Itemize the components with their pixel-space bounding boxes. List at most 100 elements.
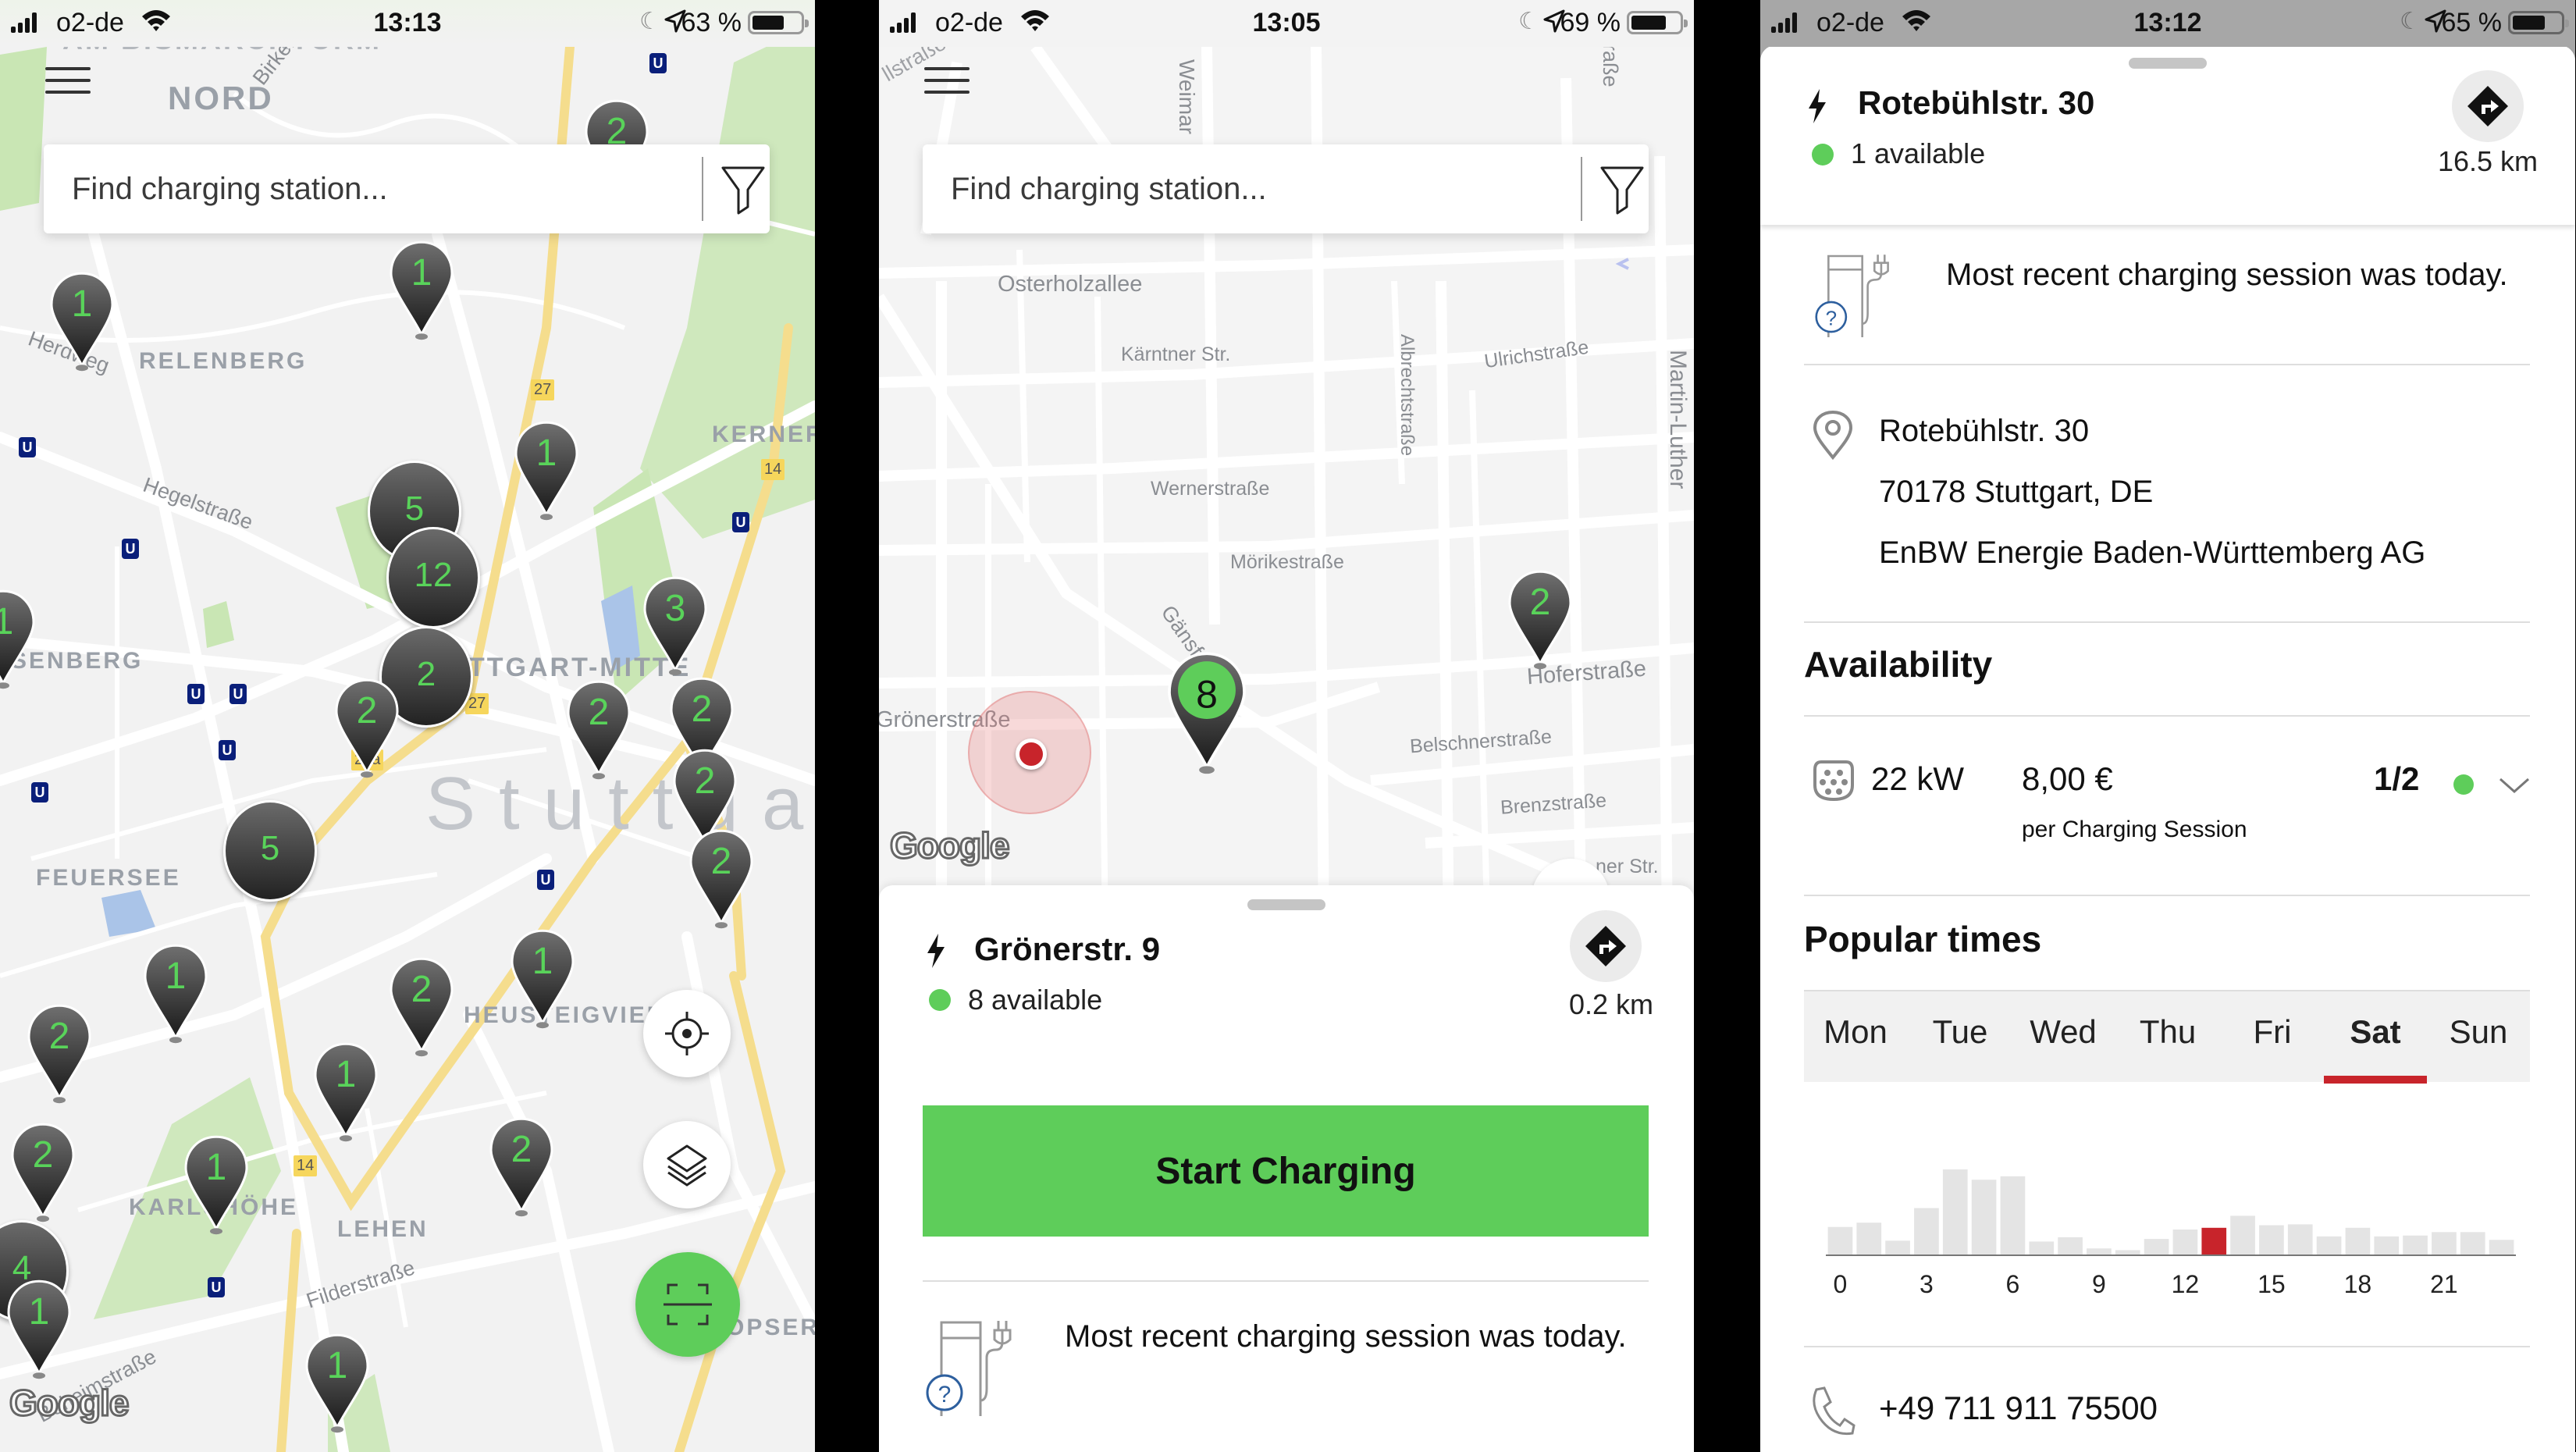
start-charging-button[interactable]: Start Charging	[923, 1105, 1649, 1237]
charging-station-marker[interactable]: 2	[565, 678, 632, 780]
marker-count: 1	[411, 252, 432, 294]
divider	[1804, 715, 2530, 717]
divider	[1804, 364, 2530, 365]
bolt-icon	[1809, 89, 1826, 123]
sheet-grabber[interactable]	[1247, 899, 1325, 910]
directions-button[interactable]	[2452, 70, 2524, 142]
station-name: Grönerstr. 9	[974, 931, 1161, 967]
chart-tick-label: 15	[2258, 1270, 2286, 1298]
tab-thu[interactable]: Thu	[2116, 991, 2219, 1084]
directions-button[interactable]	[1570, 910, 1642, 982]
battery-percentage: 65 %	[2441, 8, 2503, 37]
charging-station-marker[interactable]: 1	[183, 1133, 250, 1235]
sheet-grabber[interactable]	[2129, 58, 2207, 69]
tab-wed[interactable]: Wed	[2012, 991, 2115, 1084]
filter-icon[interactable]	[1599, 165, 1646, 216]
chart-bar	[2000, 1176, 2026, 1255]
map-label-district: RELENBERG	[139, 348, 308, 374]
charging-station-marker[interactable]: 1	[304, 1332, 371, 1433]
connector-status-dot	[2453, 774, 2474, 795]
map-label-district: OPSER	[726, 1315, 815, 1340]
marker-count: 2	[1529, 582, 1551, 624]
chart-bar	[2345, 1227, 2371, 1255]
map-label-street: Martin-Luther	[1665, 350, 1691, 489]
chart-tick-label: 6	[2006, 1270, 2020, 1298]
charging-station-marker[interactable]: 2	[333, 677, 400, 778]
marker-count: 2	[32, 1134, 54, 1176]
chart-bar	[2460, 1232, 2485, 1255]
my-location-button[interactable]	[643, 990, 731, 1077]
map-label-district: NORD	[168, 80, 274, 116]
marker-count: 1	[326, 1345, 348, 1387]
charging-station-marker[interactable]: 1	[48, 270, 116, 372]
tab-tue[interactable]: Tue	[1909, 991, 2012, 1084]
charging-station-marker-selected[interactable]: 8	[1164, 649, 1250, 774]
user-location-dot	[1016, 738, 1047, 770]
map-label-district: KERNER	[712, 422, 815, 447]
scan-icon	[664, 1283, 712, 1326]
marker-count: 2	[694, 760, 716, 803]
marker-count: 1	[71, 283, 93, 326]
map-layers-button[interactable]	[643, 1121, 731, 1208]
tab-fri[interactable]: Fri	[2221, 991, 2324, 1084]
charging-station-marker[interactable]: 1	[0, 588, 37, 689]
chart-bar-current-hour	[2201, 1227, 2227, 1255]
station-preview-screen: o2-de 13:05 ☾ 69 % llstraße Weimar raße …	[879, 0, 1694, 1452]
chart-bar	[1827, 1226, 1853, 1255]
charging-station-marker[interactable]: 2	[388, 956, 455, 1057]
chart-bar	[2287, 1224, 2313, 1255]
recent-session-text: Most recent charging session was today.	[1065, 1319, 1627, 1354]
charging-station-marker[interactable]: 3	[642, 575, 709, 676]
chart-tick-label: 21	[2430, 1270, 2458, 1298]
station-bottom-sheet[interactable]: Grönerstr. 9 8 available 0.2 km Start Ch…	[879, 885, 1694, 1452]
ubahn-station-icon: U	[537, 870, 554, 890]
search-input[interactable]	[951, 144, 1560, 233]
charging-station-marker[interactable]: 2	[9, 1121, 76, 1222]
layers-icon	[667, 1144, 707, 1187]
charging-station-marker[interactable]: 2	[1507, 568, 1574, 670]
popular-times-chart: 0 3 6 9 12 15 18 21	[1826, 1169, 2516, 1298]
availability-status-dot	[1812, 144, 1834, 165]
charging-station-marker[interactable]: 1	[509, 927, 576, 1029]
connector-price: 8,00 €	[2022, 760, 2113, 797]
tab-sat[interactable]: Sat	[2324, 991, 2427, 1084]
battery-percentage: 69 %	[1560, 8, 1621, 37]
chart-tick-label: 9	[2092, 1270, 2106, 1298]
search-divider	[702, 157, 703, 221]
tab-sun[interactable]: Sun	[2427, 991, 2530, 1084]
charging-station-marker[interactable]: 1	[312, 1041, 379, 1142]
availability-text: 1 available	[1851, 137, 1986, 169]
chart-bar	[2087, 1248, 2112, 1255]
menu-button[interactable]	[924, 67, 970, 98]
charging-station-marker[interactable]: 2	[688, 827, 755, 929]
search-input[interactable]	[72, 144, 681, 233]
chevron-down-icon[interactable]	[2497, 776, 2532, 796]
charging-station-marker[interactable]: 2	[26, 1002, 93, 1104]
marker-count: 12	[414, 556, 453, 594]
scan-qr-button[interactable]	[635, 1252, 740, 1357]
ubahn-station-icon: U	[219, 740, 236, 760]
marker-count: 1	[0, 601, 14, 643]
availability-status-dot	[929, 989, 951, 1011]
filter-icon[interactable]	[720, 165, 767, 216]
google-logo: Google	[888, 824, 1010, 867]
charging-station-marker[interactable]: 1	[513, 419, 580, 521]
menu-button[interactable]	[45, 67, 91, 98]
charger-unknown-icon: ?	[926, 1321, 1012, 1416]
search-divider	[1581, 157, 1582, 221]
station-detail-sheet[interactable]: Rotebühlstr. 30 1 available 16.5 km ? Mo…	[1760, 45, 2575, 1452]
chart-bar	[2029, 1241, 2055, 1255]
charging-station-marker[interactable]: 2	[488, 1116, 555, 1217]
charging-station-cluster[interactable]: 5	[223, 800, 317, 902]
charging-station-marker[interactable]: 1	[388, 239, 455, 340]
marker-count: 5	[260, 829, 280, 867]
charging-station-marker[interactable]: 1	[5, 1278, 73, 1379]
charging-station-cluster[interactable]: 12	[386, 527, 480, 628]
station-distance: 16.5 km	[2437, 145, 2538, 177]
do-not-disturb-icon: ☾	[2400, 9, 2421, 34]
chart-bar	[2432, 1232, 2457, 1255]
phone-number[interactable]: +49 711 911 75500	[1879, 1390, 2158, 1427]
tab-mon[interactable]: Mon	[1804, 991, 1907, 1084]
marker-count: 2	[411, 969, 432, 1011]
charging-station-marker[interactable]: 1	[142, 942, 209, 1044]
